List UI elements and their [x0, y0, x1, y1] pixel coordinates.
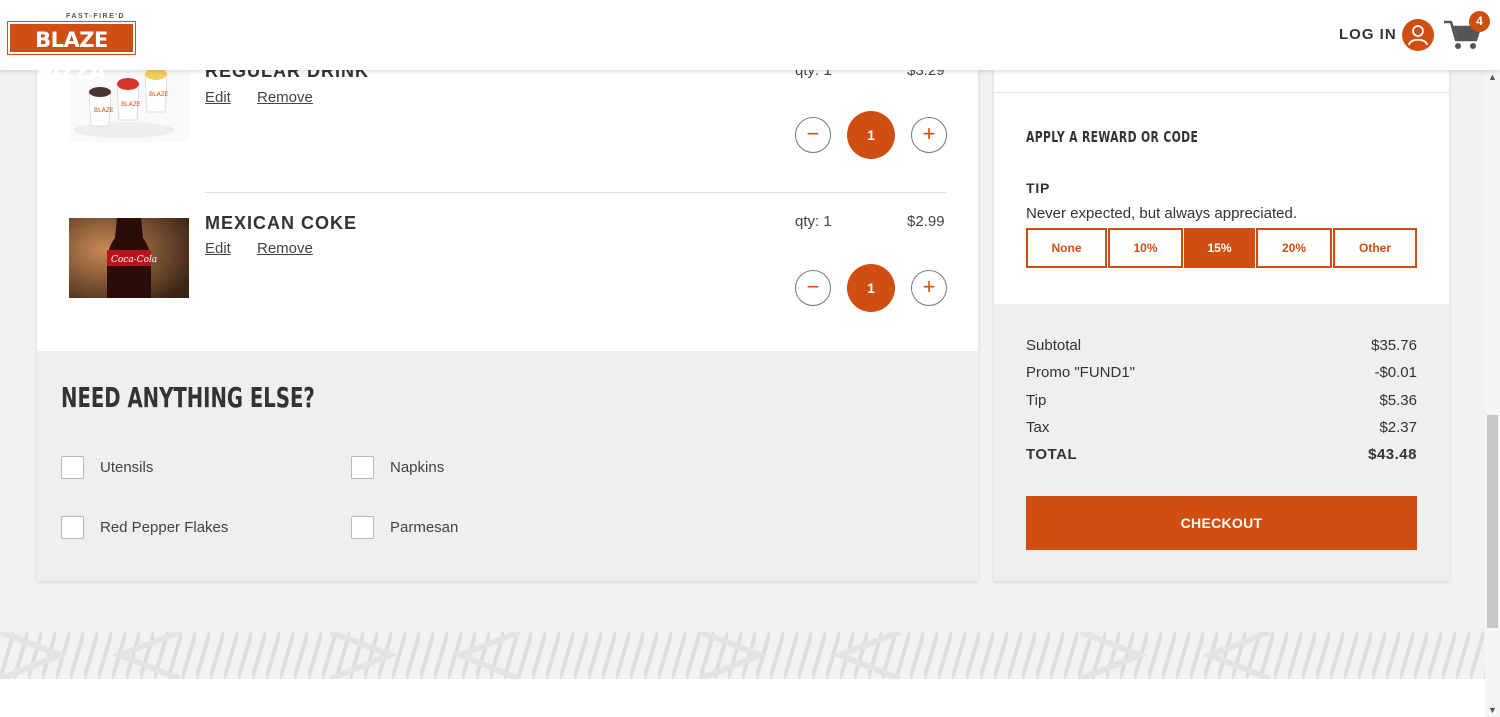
- parmesan-checkbox[interactable]: [351, 516, 374, 539]
- tip-none-button[interactable]: None: [1026, 228, 1107, 268]
- edit-item-link[interactable]: Edit: [205, 240, 231, 257]
- subtotal-label: Subtotal: [1026, 337, 1082, 354]
- tax-value: $2.37: [1379, 419, 1417, 436]
- red-pepper-flakes-checkbox[interactable]: [61, 516, 84, 539]
- remove-item-link[interactable]: Remove: [257, 240, 313, 257]
- site-header: FAST-FIRE'D BLAZE PIZZA LOG IN 4: [0, 0, 1500, 84]
- promo-value: -$0.01: [1374, 364, 1417, 381]
- total-row: TOTAL $43.48: [1026, 446, 1417, 463]
- total-label: TOTAL: [1026, 446, 1078, 463]
- cart-item: BLAZE BLAZE BLAZE REGULAR DRINK Edit Rem…: [37, 61, 978, 202]
- total-value: $43.48: [1368, 446, 1417, 463]
- red-pepper-flakes-label: Red Pepper Flakes: [100, 519, 229, 536]
- cart-items-panel: BLAZE BLAZE BLAZE REGULAR DRINK Edit Rem…: [37, 61, 978, 581]
- utensils-checkbox[interactable]: [61, 456, 84, 479]
- promo-label: Promo "FUND1": [1026, 364, 1135, 381]
- utensils-label: Utensils: [100, 459, 154, 476]
- tip-10-button[interactable]: 10%: [1108, 228, 1183, 268]
- minus-icon: −: [806, 274, 820, 299]
- cart-count-badge: 4: [1469, 11, 1490, 32]
- tip-20-button[interactable]: 20%: [1256, 228, 1332, 268]
- decrease-quantity-button[interactable]: −: [795, 117, 831, 153]
- order-summary-panel: APPLY A REWARD OR CODE TIP Never expecte…: [994, 70, 1449, 581]
- tip-other-button[interactable]: Other: [1333, 228, 1417, 268]
- napkins-checkbox[interactable]: [351, 456, 374, 479]
- tip-row: Tip $5.36: [1026, 392, 1417, 409]
- subtotal-value: $35.76: [1371, 337, 1417, 354]
- scrollbar-thumb[interactable]: [1487, 415, 1498, 628]
- blaze-pizza-logo[interactable]: FAST-FIRE'D BLAZE PIZZA: [7, 13, 136, 84]
- item-price: $2.99: [907, 213, 945, 230]
- edit-item-link[interactable]: Edit: [205, 89, 231, 106]
- checkout-button[interactable]: CHECKOUT: [1026, 496, 1417, 550]
- scroll-up-arrow-icon[interactable]: ▲: [1488, 72, 1497, 82]
- subtotal-row: Subtotal $35.76: [1026, 337, 1417, 354]
- svg-text:BLAZE: BLAZE: [149, 91, 169, 98]
- svg-text:Coca-Cola: Coca-Cola: [111, 255, 157, 265]
- quantity-display: 1: [847, 111, 895, 159]
- logo-wordmark: BLAZE PIZZA: [7, 21, 136, 84]
- logo-tagline: FAST-FIRE'D: [66, 13, 125, 20]
- parmesan-label: Parmesan: [390, 519, 459, 536]
- minus-icon: −: [806, 121, 820, 146]
- increase-quantity-button[interactable]: +: [911, 117, 947, 153]
- login-link[interactable]: LOG IN: [1339, 26, 1397, 43]
- increase-quantity-button[interactable]: +: [911, 270, 947, 306]
- plus-icon: +: [922, 121, 936, 146]
- napkins-label: Napkins: [390, 459, 445, 476]
- page-scrollbar[interactable]: ▲ ▼: [1485, 70, 1500, 717]
- decrease-quantity-button[interactable]: −: [795, 270, 831, 306]
- extras-section: NEED ANYTHING ELSE? Utensils Napkins Red…: [37, 351, 978, 581]
- promo-row: Promo "FUND1" -$0.01: [1026, 364, 1417, 381]
- item-name: MEXICAN COKE: [205, 213, 358, 233]
- decorative-pattern-band: [0, 632, 1485, 679]
- user-account-icon[interactable]: [1402, 19, 1434, 51]
- section-divider: [994, 92, 1449, 93]
- svg-text:BLAZE: BLAZE: [121, 101, 141, 108]
- footer-area: [0, 679, 1485, 717]
- tip-15-button[interactable]: 15%: [1184, 228, 1255, 268]
- tip-subtitle: Never expected, but always appreciated.: [1026, 205, 1297, 222]
- quantity-display: 1: [847, 264, 895, 312]
- plus-icon: +: [922, 274, 936, 299]
- tax-row: Tax $2.37: [1026, 419, 1417, 436]
- tip-value: $5.36: [1379, 392, 1417, 409]
- tax-label: Tax: [1026, 419, 1050, 436]
- item-qty-text: qty: 1: [795, 213, 832, 230]
- extras-title: NEED ANYTHING ELSE?: [61, 381, 315, 414]
- order-totals: Subtotal $35.76 Promo "FUND1" -$0.01 Tip…: [994, 304, 1449, 581]
- remove-item-link[interactable]: Remove: [257, 89, 313, 106]
- scroll-down-arrow-icon[interactable]: ▼: [1488, 705, 1497, 715]
- mexican-coke-image: Coca-Cola: [69, 218, 189, 298]
- item-divider: [205, 192, 946, 193]
- apply-reward-link[interactable]: APPLY A REWARD OR CODE: [1026, 128, 1198, 146]
- tip-label: Tip: [1026, 392, 1047, 409]
- cart-item: Coca-Cola MEXICAN COKE Edit Remove qty: …: [37, 213, 978, 353]
- svg-text:BLAZE: BLAZE: [94, 107, 114, 114]
- tip-title: TIP: [1026, 180, 1051, 196]
